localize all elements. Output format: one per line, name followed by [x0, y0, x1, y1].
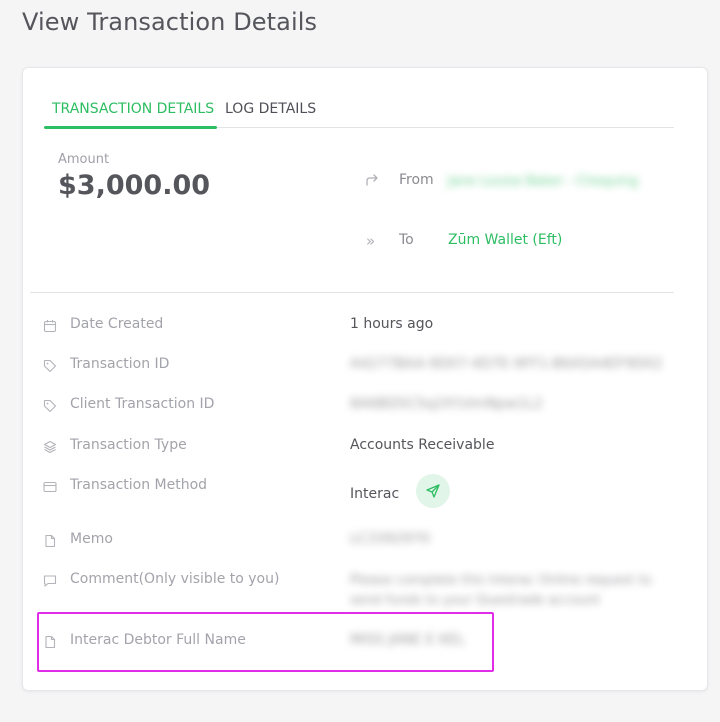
detail-value: 1 hours ago	[350, 316, 434, 332]
file-icon	[45, 534, 56, 548]
calendar-icon	[43, 320, 57, 333]
detail-label: Date Created	[70, 316, 164, 332]
detail-label: Transaction Method	[70, 477, 208, 493]
detail-row-transaction-id: Transaction ID A4277BAA-9D07-4D7E-9FF1-B…	[43, 356, 683, 378]
tab-transaction-details[interactable]: TRANSACTION DETAILS	[44, 96, 217, 129]
detail-row-comment: Comment(Only visible to you) Please comp…	[43, 571, 683, 608]
to-account-link[interactable]: Zūm Wallet (Eft)	[448, 232, 562, 248]
send-interac-button[interactable]	[416, 474, 450, 508]
credit-card-icon	[43, 481, 57, 493]
detail-label: Comment(Only visible to you)	[70, 571, 280, 587]
to-label: To	[399, 232, 414, 248]
detail-value: A4277BAA-9D07-4D7E-9FF1-B6A5A4EF9D02	[350, 356, 663, 372]
detail-row-interac-debtor-full-name: Interac Debtor Full Name MISS JANE E KEL	[43, 632, 683, 654]
detail-row-client-transaction-id: Client Transaction ID 8A6BD5C5q2XYzlmNpw…	[43, 396, 683, 418]
detail-value: MISS JANE E KEL	[350, 632, 465, 648]
page-title: View Transaction Details	[22, 8, 318, 36]
layers-icon	[43, 440, 57, 454]
detail-value: Accounts Receivable	[350, 437, 495, 453]
comment-icon	[43, 575, 57, 587]
detail-row-transaction-type: Transaction Type Accounts Receivable	[43, 437, 683, 459]
tag-icon	[43, 399, 57, 413]
transaction-details-card: TRANSACTION DETAILS LOG DETAILS Amount $…	[22, 67, 708, 691]
double-chevron-right-icon: »	[366, 232, 376, 250]
tab-log-details[interactable]: LOG DETAILS	[225, 96, 316, 128]
send-icon	[426, 484, 440, 498]
file-icon	[45, 635, 56, 649]
tag-icon	[43, 359, 57, 373]
from-account-link[interactable]: Jane Louise Baker - Chequing	[448, 172, 648, 192]
detail-row-transaction-method: Transaction Method Interac	[43, 477, 683, 502]
from-label: From	[399, 172, 434, 188]
amount-value: $3,000.00	[58, 170, 211, 201]
detail-row-memo: Memo LC3392970	[43, 531, 683, 553]
detail-value: 8A6BD5C5q2XYzlmNpw1L2	[350, 396, 543, 412]
section-divider	[30, 292, 674, 293]
detail-label: Interac Debtor Full Name	[70, 632, 246, 648]
amount-label: Amount	[58, 152, 110, 167]
detail-label: Memo	[70, 531, 113, 547]
detail-label: Client Transaction ID	[70, 396, 215, 412]
tab-bar: TRANSACTION DETAILS LOG DETAILS	[44, 96, 674, 129]
detail-value: Interac	[350, 486, 400, 502]
detail-row-date-created: Date Created 1 hours ago	[43, 316, 683, 338]
detail-value: Please complete this Interac Online requ…	[350, 573, 652, 608]
detail-value: LC3392970	[350, 531, 430, 547]
detail-label: Transaction Type	[70, 437, 187, 453]
detail-label: Transaction ID	[70, 356, 170, 372]
share-arrow-icon	[366, 174, 378, 186]
